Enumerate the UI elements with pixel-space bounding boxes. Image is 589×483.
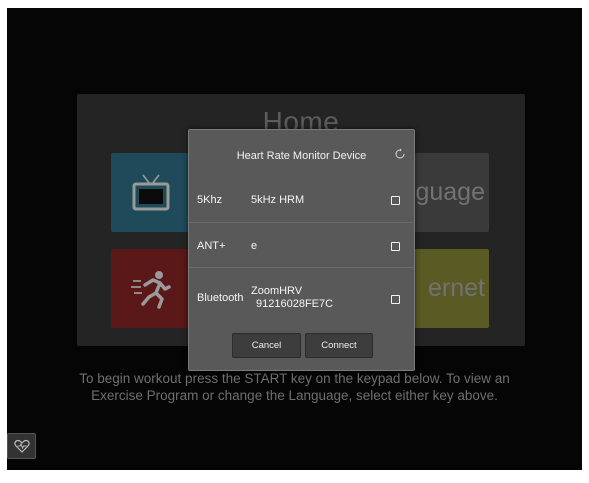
device-type: Bluetooth	[197, 292, 244, 304]
workout-tile[interactable]	[111, 249, 190, 328]
connect-button[interactable]: Connect	[305, 333, 373, 358]
tv-icon	[132, 174, 169, 210]
device-checkbox[interactable]	[391, 196, 400, 205]
tv-screen: Home guage ernet To begin workout press …	[7, 8, 582, 470]
tv-tile[interactable]	[111, 153, 190, 232]
heart-rate-monitor-dialog: Heart Rate Monitor Device 5Khz 5kHz HRM …	[188, 129, 415, 371]
language-tile[interactable]: guage	[407, 153, 489, 232]
device-name: e	[251, 240, 258, 252]
device-name-line-1: ZoomHRV	[251, 285, 303, 297]
heart-monitor-button[interactable]	[7, 433, 36, 459]
device-name: ZoomHRV 91216028FE7C	[251, 285, 333, 311]
internet-tile-label: ernet	[428, 274, 485, 302]
runner-icon	[130, 270, 171, 309]
device-type: 5Khz	[197, 194, 223, 206]
language-tile-label: guage	[415, 178, 485, 206]
device-address: 91216028FE7C	[256, 298, 334, 310]
heart-monitor-icon	[13, 439, 30, 453]
device-name: 5kHz HRM	[251, 194, 305, 206]
cancel-button[interactable]: Cancel	[232, 333, 301, 358]
instructions-line-1: To begin workout press the START key on …	[79, 371, 510, 386]
internet-tile[interactable]: ernet	[407, 249, 489, 328]
device-checkbox[interactable]	[391, 242, 400, 251]
instructions-line-2: Exercise Program or change the Language,…	[91, 388, 498, 403]
device-type: ANT+	[197, 240, 226, 252]
dialog-title: Heart Rate Monitor Device	[236, 150, 367, 162]
device-row-bluetooth[interactable]: Bluetooth ZoomHRV 91216028FE7C	[189, 268, 414, 323]
refresh-icon[interactable]	[394, 148, 406, 160]
device-checkbox[interactable]	[391, 295, 400, 304]
instructions-text: To begin workout press the START key on …	[7, 370, 582, 404]
device-row-ant[interactable]: ANT+ e	[189, 223, 414, 268]
device-row-5khz[interactable]: 5Khz 5kHz HRM	[189, 178, 414, 223]
